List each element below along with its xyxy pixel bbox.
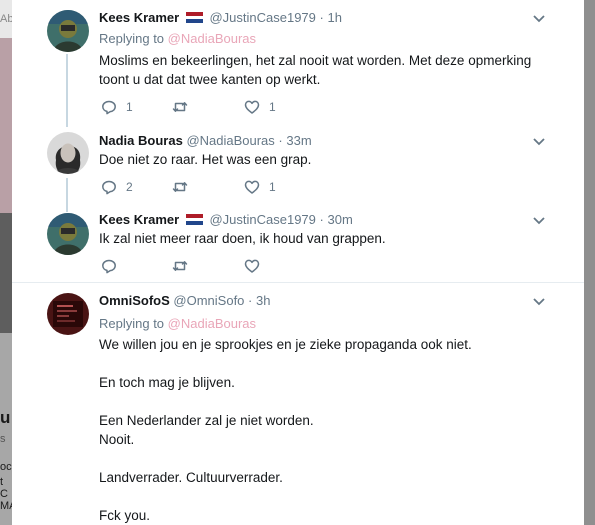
like-button[interactable]: 1 [244,98,276,116]
timestamp[interactable]: 1h [328,10,342,25]
background-fragment: s [0,433,6,445]
reply-button[interactable]: 1 [101,98,133,116]
avatar[interactable] [47,293,89,335]
tweet-text: Moslims en bekeerlingen, het zal nooit w… [99,53,532,87]
mention-link[interactable]: @NadiaBouras [168,31,256,46]
netherlands-flag-icon [185,214,203,225]
retweet-icon [172,261,188,271]
background-fragment: MA [0,500,12,512]
display-name[interactable]: OmniSofoS [99,293,170,308]
mention-link[interactable]: @NadiaBouras [168,316,256,331]
tweet-header: OmniSofoS @OmniSofo · 3h [99,293,270,309]
reply-icon [102,100,116,115]
user-handle[interactable]: @NadiaBouras [186,133,274,148]
chevron-down-icon[interactable] [532,213,546,227]
timestamp[interactable]: 3h [256,293,270,308]
tweet-text: Doe niet zo raar. Het was een grap. [99,152,312,167]
background-page-right [584,0,595,525]
chevron-down-icon[interactable] [532,134,546,148]
tweet-header: Nadia Bouras @NadiaBouras · 33m [99,133,312,149]
separator-dot: · [319,10,324,25]
reply-count: 1 [126,100,133,114]
like-button[interactable] [244,257,269,275]
avatar[interactable] [47,10,89,52]
chevron-down-icon[interactable] [532,294,546,308]
background-strip-banner [0,38,12,213]
retweet-button[interactable] [172,257,197,275]
like-count: 1 [269,180,276,194]
reply-count: 2 [126,180,133,194]
background-fragment: oc [0,461,12,473]
tweet[interactable]: OmniSofoS @OmniSofo · 3h Replying to @Na… [12,282,584,525]
like-count: 1 [269,100,276,114]
like-icon [244,180,260,194]
timestamp[interactable]: 33m [286,133,311,148]
tweet-text: Ik zal niet meer raar doen, ik houd van … [99,231,386,246]
background-page-left: Ab u s oc t C MA [0,0,12,525]
display-name[interactable]: Kees Kramer [99,10,179,25]
reply-icon [102,180,116,195]
chevron-down-icon[interactable] [532,11,546,25]
user-handle[interactable]: @JustinCase1979 [209,10,315,25]
display-name[interactable]: Kees Kramer [99,212,179,227]
background-strip-photo [0,213,12,333]
retweet-icon [172,102,188,112]
retweet-button[interactable] [172,98,197,116]
like-button[interactable]: 1 [244,178,276,196]
timestamp[interactable]: 30m [328,212,353,227]
avatar[interactable] [47,213,89,255]
background-fragment: t [0,476,4,488]
replying-to: Replying to @NadiaBouras [99,31,256,46]
like-icon [244,259,260,273]
reply-button[interactable]: 2 [101,178,133,196]
tweet[interactable]: Kees Kramer @JustinCase1979 · 30m Ik zal… [12,204,584,282]
tweet[interactable]: Kees Kramer @JustinCase1979 · 1h Replyin… [12,0,584,122]
replying-to: Replying to @NadiaBouras [99,316,256,331]
avatar[interactable] [47,132,89,174]
replying-prefix: Replying to [99,31,168,46]
tweet[interactable]: Nadia Bouras @NadiaBouras · 33m Doe niet… [12,122,584,204]
background-fragment: C [0,488,8,500]
tweet-header: Kees Kramer @JustinCase1979 · 1h [99,10,342,26]
reply-icon [102,259,116,274]
background-fragment: Ab [0,13,12,25]
user-handle[interactable]: @OmniSofo [173,293,244,308]
separator-dot: · [319,212,324,227]
conversation-panel: Kees Kramer @JustinCase1979 · 1h Replyin… [12,0,584,525]
separator-dot: · [278,133,283,148]
like-icon [244,100,260,114]
background-fragment: u [0,408,11,427]
replying-prefix: Replying to [99,316,168,331]
separator-dot: · [248,293,253,308]
netherlands-flag-icon [185,12,203,23]
reply-button[interactable] [101,257,126,275]
retweet-button[interactable] [172,178,197,196]
tweet-header: Kees Kramer @JustinCase1979 · 30m [99,212,353,228]
retweet-icon [172,182,188,192]
tweet-text: We willen jou en je sprookjes en je ziek… [99,337,472,523]
user-handle[interactable]: @JustinCase1979 [209,212,315,227]
display-name[interactable]: Nadia Bouras [99,133,183,148]
